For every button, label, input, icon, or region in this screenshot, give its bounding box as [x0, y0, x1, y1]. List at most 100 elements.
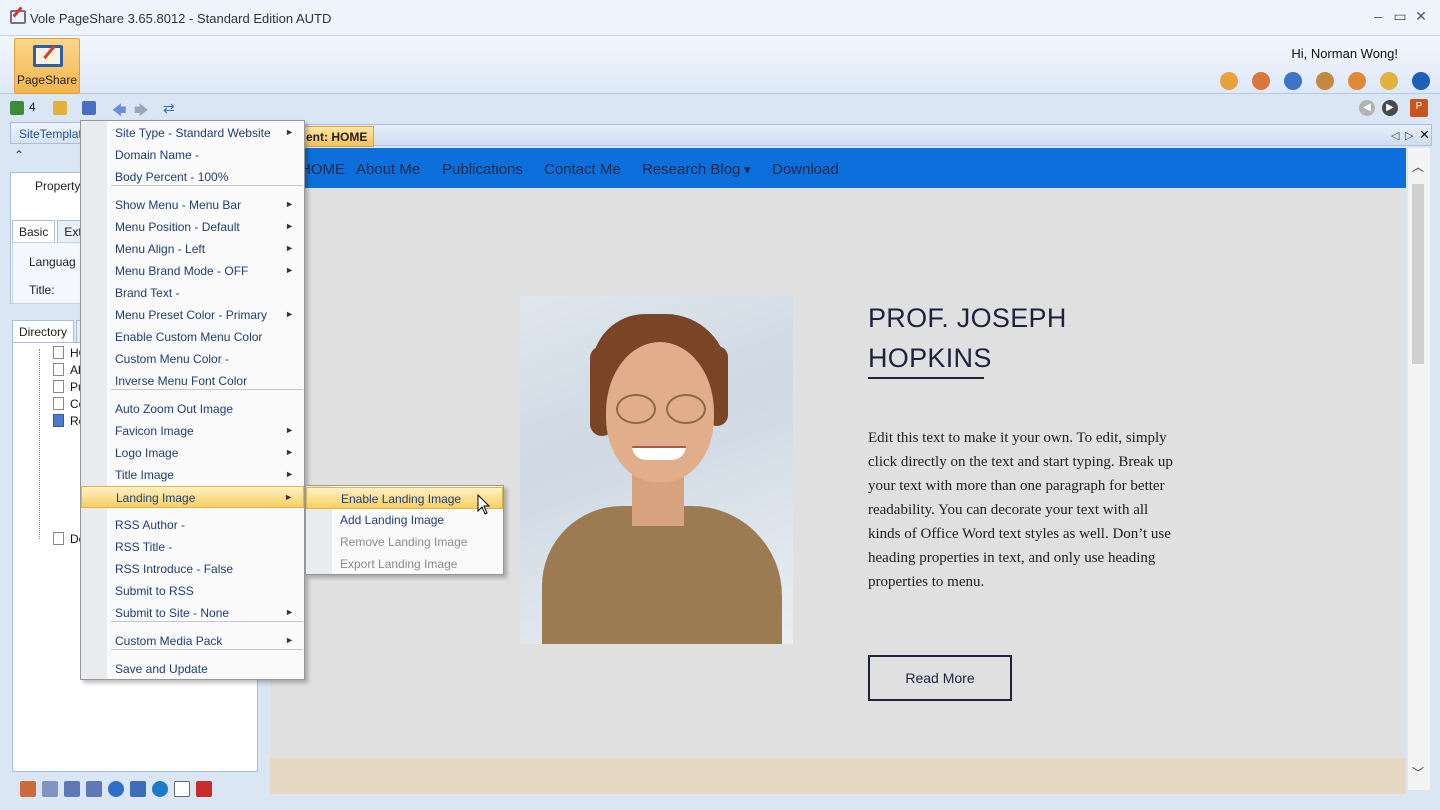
profile-name: PROF. JOSEPH HOPKINS	[868, 298, 1067, 378]
menu-item-label: Custom Menu Color -	[115, 352, 230, 366]
chart-icon[interactable]	[10, 100, 24, 116]
menu-item[interactable]: Site Type - Standard Website ►	[81, 122, 304, 144]
menu-item[interactable]: Body Percent - 100%	[81, 166, 304, 188]
rocket-icon[interactable]	[1252, 72, 1270, 90]
doc-icon[interactable]	[86, 781, 102, 797]
language-label: Languag	[29, 255, 76, 269]
pageshare-label: PageShare	[16, 73, 78, 87]
menu-item[interactable]: Domain Name -	[81, 144, 304, 166]
menu-item[interactable]: Auto Zoom Out Image	[81, 398, 304, 420]
read-more-button[interactable]: Read More	[868, 655, 1012, 701]
nav-research-blog[interactable]: Research Blog	[642, 161, 740, 178]
menu-item[interactable]: Custom Menu Color -	[81, 348, 304, 370]
menu-item[interactable]: Menu Brand Mode - OFF ►	[81, 260, 304, 282]
menu-item[interactable]: Show Menu - Menu Bar ►	[81, 194, 304, 216]
name-underline	[868, 377, 984, 379]
web-preview: HOME About Me Publications Contact Me Re…	[270, 148, 1406, 794]
menu-item[interactable]: Submit to RSS	[81, 580, 304, 602]
menu-item-label: Menu Brand Mode - OFF	[115, 264, 249, 278]
scroll-down-icon[interactable]: ﹀	[1412, 764, 1424, 781]
page-icon	[53, 346, 64, 359]
menu-item[interactable]: Inverse Menu Font Color	[81, 370, 304, 392]
menu-item-label: Menu Align - Left	[115, 242, 206, 256]
info-icon[interactable]	[1412, 72, 1430, 90]
menu-item-label: Favicon Image	[115, 424, 194, 438]
menu-item-label: Show Menu - Menu Bar	[115, 198, 242, 212]
submenu-arrow-icon: ►	[285, 221, 294, 231]
menu-item[interactable]: RSS Title -	[81, 536, 304, 558]
close-button[interactable]: ✕	[1411, 8, 1431, 25]
wand-icon[interactable]	[1348, 72, 1366, 90]
menu-item[interactable]: Title Image ►	[81, 464, 304, 486]
ribbon: PageShare Hi, Norman Wong!	[0, 36, 1440, 94]
save-icon[interactable]	[53, 100, 67, 116]
nav-publications[interactable]: Publications	[442, 161, 523, 178]
menu-item[interactable]: Landing Image ►	[81, 486, 304, 508]
menu-item[interactable]: Favicon Image ►	[81, 420, 304, 442]
scroll-up-icon[interactable]: ︿	[1412, 158, 1424, 175]
menu-item[interactable]: Submit to Site - None ►	[81, 602, 304, 624]
menu-item-label: Submit to Site - None	[115, 606, 230, 620]
menu-item[interactable]: Enable Custom Menu Color	[81, 326, 304, 348]
calendar-icon[interactable]	[1284, 72, 1302, 90]
tools-icon[interactable]	[1316, 72, 1334, 90]
nav-contact-me[interactable]: Contact Me	[544, 161, 621, 178]
menu-item[interactable]: RSS Introduce - False	[81, 558, 304, 580]
blank-page-icon[interactable]	[174, 781, 190, 797]
title-label: Title:	[29, 283, 55, 297]
scroll-thumb[interactable]	[1412, 184, 1424, 364]
vmc-icon[interactable]	[64, 781, 80, 797]
menu-item[interactable]: Menu Align - Left ►	[81, 238, 304, 260]
tab-basic[interactable]: Basic	[12, 220, 56, 242]
forward-arrow-icon[interactable]: 🡆	[134, 100, 148, 118]
pageshare-button[interactable]: PageShare	[14, 38, 80, 94]
vertical-scrollbar[interactable]: ︿ ﹀	[1408, 148, 1430, 790]
eye-icon[interactable]	[108, 781, 124, 797]
stopwatch-icon[interactable]	[1380, 72, 1398, 90]
menu-item[interactable]: Menu Preset Color - Primary ►	[81, 304, 304, 326]
submenu-item[interactable]: Enable Landing Image	[306, 487, 503, 509]
submenu-arrow-icon: ►	[285, 469, 294, 479]
name-line-1: PROF. JOSEPH	[868, 303, 1067, 333]
profile-photo	[520, 296, 793, 644]
minimize-button[interactable]: –	[1368, 8, 1388, 24]
powerpoint-icon[interactable]: P	[1410, 99, 1428, 117]
back-arrow-icon[interactable]: 🡄	[112, 100, 126, 118]
nav-home[interactable]: HOME	[300, 161, 345, 178]
next-circle-icon[interactable]: ▶	[1382, 100, 1398, 116]
tree-connector	[39, 349, 40, 539]
submenu-arrow-icon: ►	[284, 492, 293, 502]
tab-directory[interactable]: Directory	[12, 320, 75, 342]
site-menubar: HOME About Me Publications Contact Me Re…	[270, 148, 1406, 188]
chevron-down-icon[interactable]: ▾	[744, 162, 751, 178]
maximize-button[interactable]: ▭	[1390, 8, 1410, 25]
tab-close-icon[interactable]: ✕	[1419, 127, 1430, 143]
menu-item[interactable]: RSS Author -	[81, 514, 304, 536]
menu-item-label: Body Percent - 100%	[115, 170, 229, 184]
word-icon[interactable]	[130, 781, 146, 797]
menu-item[interactable]: Brand Text -	[81, 282, 304, 304]
menu-item-label: Domain Name -	[115, 148, 200, 162]
menu-item[interactable]: Custom Media Pack ►	[81, 630, 304, 652]
tab-prev-icon[interactable]: ◁	[1391, 129, 1399, 142]
nav-about-me[interactable]: About Me	[356, 161, 420, 178]
menu-item[interactable]: Save and Update	[81, 658, 304, 680]
html-icon[interactable]	[42, 781, 58, 797]
menu-item-label: Auto Zoom Out Image	[115, 402, 234, 416]
palette-icon[interactable]	[1220, 72, 1238, 90]
tab-home-document[interactable]: ent: HOME	[303, 126, 375, 147]
layers-icon[interactable]	[82, 100, 96, 116]
menu-item[interactable]: Logo Image ►	[81, 442, 304, 464]
tab-next-icon[interactable]: ▷	[1405, 129, 1413, 142]
next-section-band	[270, 758, 1406, 794]
prev-circle-icon[interactable]: ◀	[1359, 100, 1375, 116]
submenu-item[interactable]: Add Landing Image	[306, 509, 503, 531]
globe-icon[interactable]	[152, 781, 168, 797]
home-icon[interactable]	[20, 781, 36, 797]
submenu-arrow-icon: ►	[285, 127, 294, 137]
refresh-link-icon[interactable]: ⇄	[163, 100, 175, 116]
text-icon[interactable]	[196, 781, 212, 797]
submenu-arrow-icon: ►	[285, 635, 294, 645]
menu-item[interactable]: Menu Position - Default ►	[81, 216, 304, 238]
nav-download[interactable]: Download	[772, 161, 839, 178]
